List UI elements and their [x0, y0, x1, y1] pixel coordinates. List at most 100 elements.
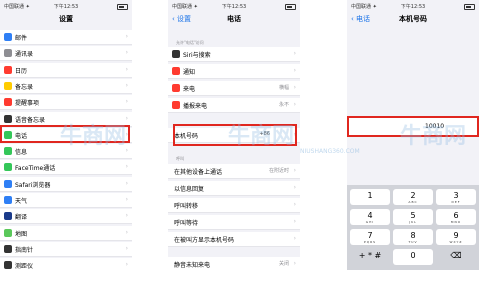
- backspace-key[interactable]: ⌫: [436, 249, 476, 265]
- row-label: 通讯录: [15, 51, 34, 59]
- chevron-right-icon: ›: [293, 201, 296, 208]
- app-icon: [172, 67, 180, 75]
- chevron-right-icon: ›: [125, 212, 128, 220]
- row-label: 呼叫等待: [174, 220, 199, 227]
- settings-row[interactable]: 备忘录 ›: [0, 78, 132, 94]
- key-letters: GHI: [365, 220, 375, 224]
- chevron-right-icon: ›: [125, 261, 128, 269]
- digit-key[interactable]: 6 MNO: [436, 209, 476, 225]
- app-icon: [172, 84, 180, 92]
- status-bar: 中国联通 ✦ 下午12:53: [347, 0, 479, 12]
- chevron-right-icon: ›: [125, 98, 128, 106]
- settings-row[interactable]: 地图 ›: [0, 225, 132, 241]
- numeric-keypad: 1 2 ABC 3 DEF 4 GHI 5 JKL 6 MNO 7 PQRS 8 TUV 9 WXYZ + * #…: [347, 185, 479, 270]
- symbols-key[interactable]: + * #: [350, 249, 390, 265]
- row-label: 播报来电: [183, 103, 208, 110]
- settings-row[interactable]: 日历 ›: [0, 62, 132, 78]
- digit-key[interactable]: 7 PQRS: [350, 229, 390, 245]
- settings-row[interactable]: 邮件 ›: [0, 30, 132, 45]
- settings-row[interactable]: FaceTime通话 ›: [0, 160, 132, 176]
- app-icon: [4, 98, 12, 107]
- key-letters: ABC: [408, 200, 418, 204]
- settings-row[interactable]: 翻译 ›: [0, 209, 132, 225]
- digit-key[interactable]: 1: [350, 189, 390, 205]
- chevron-right-icon: ›: [293, 184, 296, 191]
- settings-row[interactable]: 提醒事项 ›: [0, 95, 132, 111]
- silence-unknown-row[interactable]: 静音未知来电 关闭 ›: [168, 257, 300, 270]
- chevron-right-icon: ›: [125, 163, 128, 171]
- chevron-right-icon: ›: [293, 260, 296, 267]
- section-caption-allow: 允许"电话"访问: [176, 40, 204, 45]
- settings-row[interactable]: 以信息回复 ›: [168, 181, 300, 196]
- row-label: 在被叫方显示本机号码: [174, 237, 235, 244]
- row-label: 在其他设备上通话: [174, 169, 223, 176]
- key-letters: DEF: [451, 200, 461, 204]
- settings-row[interactable]: Siri与搜索 ›: [168, 47, 300, 62]
- chevron-right-icon: ›: [125, 196, 128, 203]
- chevron-right-icon: ›: [125, 244, 128, 252]
- chevron-right-icon: ›: [293, 50, 296, 57]
- clock-label: 下午12:53: [221, 4, 247, 10]
- settings-row[interactable]: 来电 横幅 ›: [168, 81, 300, 96]
- settings-row[interactable]: 测距仪 ›: [0, 258, 132, 270]
- row-value: 永不: [278, 102, 289, 108]
- key-digit: 0: [410, 251, 416, 260]
- row-label: FaceTime通话: [15, 165, 56, 173]
- digit-key[interactable]: 4 GHI: [350, 209, 390, 225]
- chevron-right-icon: ›: [125, 49, 128, 57]
- row-label: 来电: [183, 86, 196, 93]
- digit-key[interactable]: 2 ABC: [393, 189, 433, 205]
- app-icon: [4, 179, 12, 188]
- app-icon: [4, 196, 12, 204]
- digit-key[interactable]: 3 DEF: [436, 189, 476, 205]
- chevron-right-icon: ›: [293, 84, 296, 91]
- row-value: 横幅: [278, 85, 289, 91]
- settings-row[interactable]: 天气 ›: [0, 193, 132, 208]
- row-label: 备忘录: [15, 83, 34, 91]
- battery-icon: [464, 4, 475, 10]
- row-label: 信息: [15, 149, 28, 157]
- settings-row[interactable]: 指南针 ›: [0, 241, 132, 257]
- chevron-right-icon: ›: [293, 67, 296, 74]
- settings-row[interactable]: 在其他设备上通话 在附近时 ›: [168, 164, 300, 179]
- app-icon: [4, 163, 12, 172]
- settings-row[interactable]: 呼叫等待 ›: [168, 215, 300, 230]
- app-icon: [4, 147, 12, 156]
- row-label: 测距仪: [15, 263, 34, 270]
- settings-row[interactable]: 呼叫转移 ›: [168, 198, 300, 213]
- clock-label: 下午12:53: [400, 4, 426, 10]
- chevron-right-icon: ›: [293, 218, 296, 225]
- chevron-right-icon: ›: [293, 167, 296, 174]
- battery-icon: [285, 4, 296, 10]
- key-letters: PQRS: [363, 240, 377, 244]
- key-digit: + * #: [358, 251, 382, 260]
- app-icon: [4, 65, 12, 74]
- settings-row[interactable]: 在被叫方显示本机号码 ›: [168, 232, 300, 247]
- chevron-right-icon: ›: [125, 33, 128, 40]
- app-icon: [4, 244, 12, 253]
- app-icon: [172, 50, 180, 58]
- settings-row[interactable]: 播报来电 永不 ›: [168, 98, 300, 113]
- digit-key[interactable]: 8 TUV: [393, 229, 433, 245]
- status-bar: 中国联通 ✦ 下午12:53: [0, 0, 132, 12]
- row-label: 呼叫转移: [174, 203, 199, 210]
- settings-row[interactable]: 通知 ›: [168, 64, 300, 79]
- key-letters: TUV: [408, 240, 418, 244]
- settings-row[interactable]: 通讯录 ›: [0, 46, 132, 62]
- row-label: 提醒事项: [15, 100, 40, 108]
- app-icon: [4, 81, 12, 90]
- row-label: 以信息回复: [174, 186, 205, 193]
- row-label: 邮件: [15, 35, 28, 42]
- watermark-url: NIUSHANG360.COM: [300, 148, 360, 155]
- row-label: 指南针: [15, 246, 34, 254]
- digit-key[interactable]: 5 JKL: [393, 209, 433, 225]
- row-label: Siri与搜索: [183, 52, 211, 59]
- silence-unknown-label: 静音未知来电: [174, 262, 211, 269]
- digit-key[interactable]: 0: [393, 249, 433, 265]
- settings-row[interactable]: Safari浏览器 ›: [0, 176, 132, 192]
- row-label: 天气: [15, 198, 28, 205]
- chevron-right-icon: ›: [125, 179, 128, 187]
- digit-key[interactable]: 9 WXYZ: [436, 229, 476, 245]
- page-title: 本机号码: [399, 15, 427, 23]
- silence-unknown-value: 关闭: [278, 261, 289, 267]
